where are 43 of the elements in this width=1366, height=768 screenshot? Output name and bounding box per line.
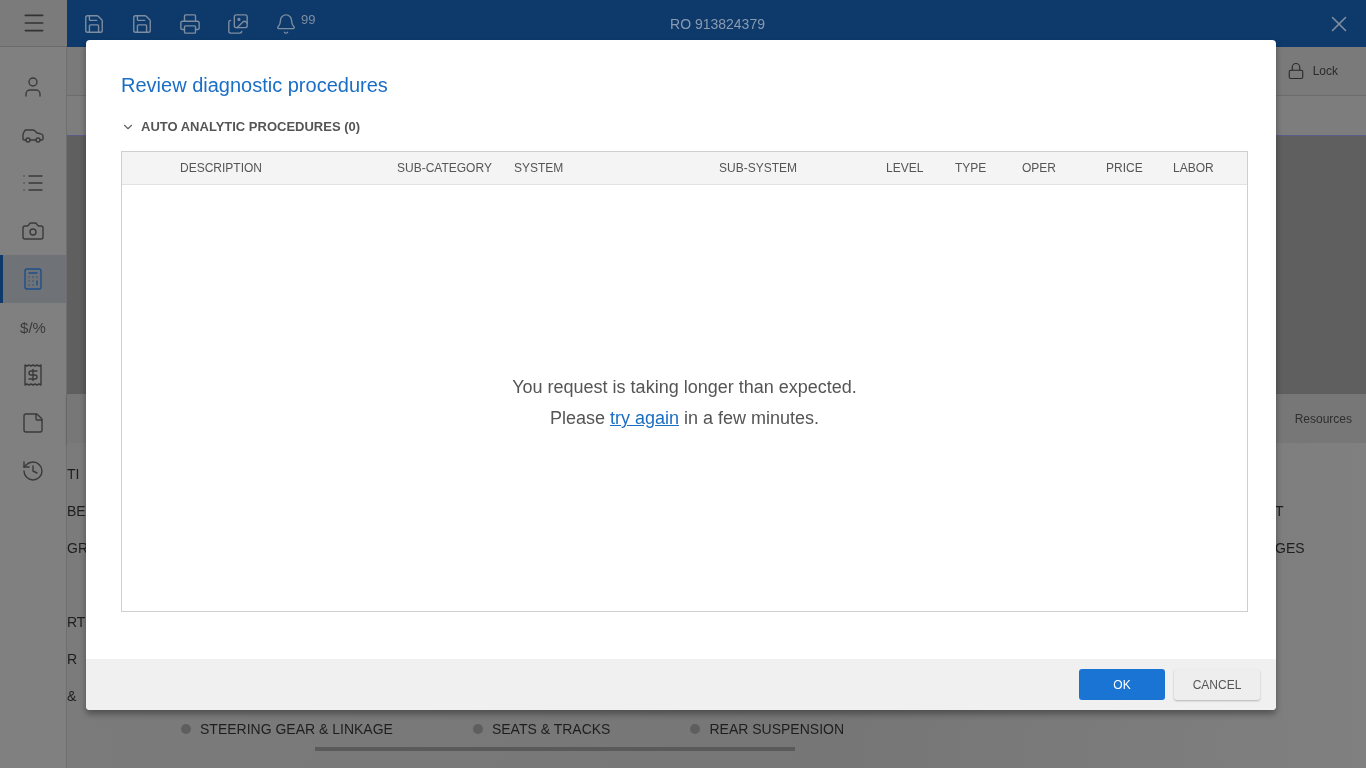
radio-dot[interactable] — [690, 724, 701, 734]
window-title: RO 913824379 — [670, 15, 765, 32]
calculator-icon[interactable] — [21, 267, 45, 291]
list-item-text: & — [67, 687, 78, 706]
list-item-text: RT — [67, 613, 87, 632]
save-icon[interactable] — [83, 12, 105, 35]
column-header: LABOR — [1173, 161, 1215, 175]
column-header: DESCRIPTION — [180, 161, 263, 175]
camera-icon[interactable] — [21, 219, 45, 243]
section-toggle[interactable]: AUTO ANALYTIC PROCEDURES (0) — [121, 119, 361, 134]
bell-icon[interactable] — [275, 12, 297, 35]
history-icon[interactable] — [21, 459, 45, 483]
images-icon[interactable] — [227, 12, 249, 35]
column-header: TYPE — [955, 161, 988, 175]
column-header: SUB-SYSTEM — [719, 161, 798, 175]
column-header: PRICE — [1106, 161, 1144, 175]
print-icon[interactable] — [179, 12, 201, 35]
option-label: REAR SUSPENSION — [709, 721, 845, 737]
column-header: SYSTEM — [514, 161, 565, 175]
message-text: Please try again in a few minutes. — [549, 408, 820, 429]
message-text: You request is taking longer than expected. — [512, 377, 857, 398]
ok-button[interactable]: OK — [1079, 669, 1165, 700]
sidebar-glyph[interactable]: $/% — [20, 318, 46, 336]
column-header: LEVEL — [886, 161, 925, 175]
lock-label[interactable]: Lock — [1312, 64, 1338, 78]
receipt-icon[interactable] — [21, 363, 45, 387]
column-header: OPER — [1022, 161, 1057, 175]
dialog-title: Review diagnostic procedures — [121, 74, 389, 97]
list-item-text: TI — [67, 465, 81, 484]
list-item-text: R — [67, 650, 79, 669]
radio-dot[interactable] — [472, 724, 483, 734]
try-again-link[interactable]: try again — [609, 408, 679, 428]
option-label: SEATS & TRACKS — [491, 721, 611, 737]
cancel-button[interactable]: CANCEL — [1174, 669, 1260, 700]
resources-tab[interactable]: Resources — [1294, 411, 1352, 426]
option-label: STEERING GEAR & LINKAGE — [200, 721, 393, 737]
list-item-text: BE — [67, 502, 87, 521]
note-icon[interactable] — [21, 411, 45, 435]
radio-dot[interactable] — [181, 724, 191, 734]
column-header: SUB-CATEGORY — [397, 161, 493, 175]
notification-count: 99 — [301, 12, 316, 27]
lock-icon[interactable] — [1286, 62, 1305, 80]
list-item-text: GES — [1275, 539, 1306, 558]
